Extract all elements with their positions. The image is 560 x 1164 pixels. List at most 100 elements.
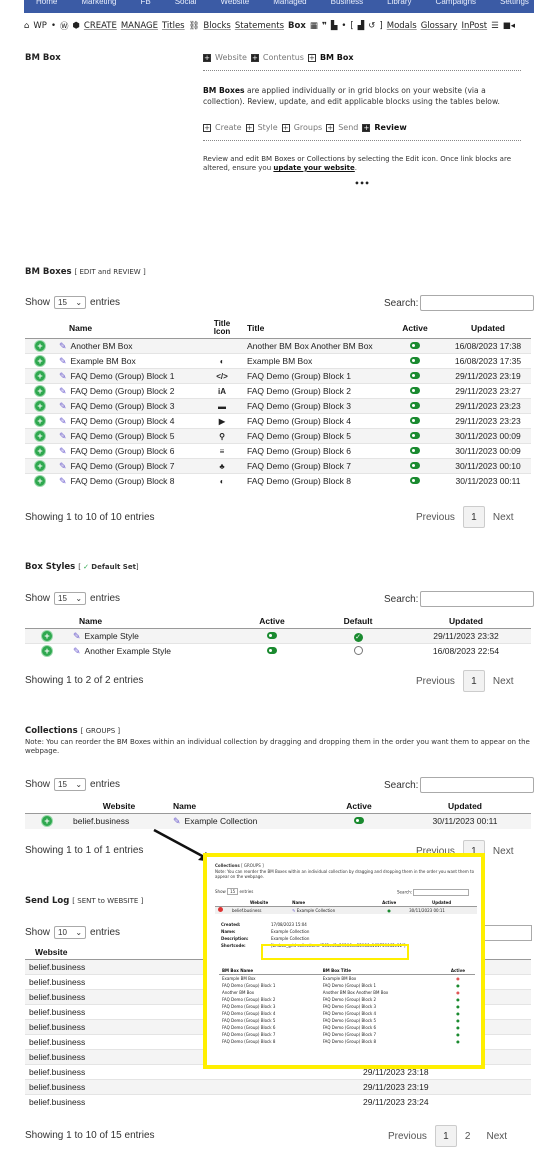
expand-icon[interactable]: + bbox=[35, 356, 45, 366]
toolbar-manage[interactable]: MANAGE bbox=[121, 21, 158, 31]
nav-item-social[interactable]: Social bbox=[163, 0, 209, 6]
table-row[interactable]: + ✎ FAQ Demo (Group) Block 8 ◐ FAQ Demo (… bbox=[25, 473, 531, 489]
next-button[interactable]: Next bbox=[493, 846, 514, 857]
table-row[interactable]: + belief.business ✎ Example Collection 30… bbox=[25, 813, 531, 829]
calculator-icon[interactable]: ▦ bbox=[310, 21, 318, 31]
edit-icon[interactable]: ✎ bbox=[59, 476, 67, 486]
expand-cell[interactable]: + bbox=[25, 368, 55, 384]
edit-icon[interactable]: ✎ bbox=[59, 431, 67, 441]
wordpress-icon[interactable]: Ⓦ bbox=[60, 20, 69, 32]
undo-icon[interactable]: ↺ bbox=[368, 21, 375, 31]
search-input[interactable] bbox=[484, 925, 532, 941]
step-style[interactable]: Style bbox=[258, 123, 278, 132]
col-name[interactable]: Name bbox=[169, 799, 319, 814]
col-updated[interactable]: Updated bbox=[399, 799, 531, 814]
expand-icon[interactable]: + bbox=[35, 431, 45, 441]
nav-item-library[interactable]: Library bbox=[375, 0, 423, 6]
expand-icon[interactable]: + bbox=[35, 371, 45, 381]
toolbar-titles[interactable]: Titles bbox=[162, 21, 185, 31]
table-row[interactable]: + ✎ FAQ Demo (Group) Block 1 </> FAQ Demo… bbox=[25, 368, 531, 384]
toggle-on-icon[interactable] bbox=[410, 477, 420, 485]
expand-icon[interactable]: + bbox=[35, 476, 45, 487]
col-name[interactable]: Name bbox=[69, 614, 229, 629]
toggle-on-icon[interactable] bbox=[410, 432, 420, 439]
table-row[interactable]: + ✎ FAQ Demo (Group) Block 3 ▬ FAQ Demo (… bbox=[25, 398, 531, 414]
table-row[interactable]: + ✎ Example Style ✓ 29/11/2023 23:32 bbox=[25, 628, 531, 644]
expand-icon[interactable]: + bbox=[35, 341, 45, 351]
expand-cell[interactable]: + bbox=[25, 413, 55, 429]
col-expand[interactable] bbox=[25, 614, 69, 629]
list-icon[interactable]: ☰ bbox=[491, 21, 499, 31]
col-expand[interactable] bbox=[25, 318, 55, 339]
table-row[interactable]: + ✎ Another Example Style 16/08/2023 22:5… bbox=[25, 643, 531, 659]
col-updated[interactable]: Updated bbox=[445, 318, 531, 339]
search-input[interactable] bbox=[420, 777, 535, 793]
toolbar-glossary[interactable]: Glossary bbox=[421, 21, 458, 31]
col-active[interactable]: Active bbox=[229, 614, 315, 629]
toolbar-blocks[interactable]: Blocks bbox=[203, 21, 230, 31]
page-1-button[interactable]: 1 bbox=[462, 506, 485, 528]
col-expand[interactable] bbox=[25, 799, 69, 814]
expand-cell[interactable]: + bbox=[25, 398, 55, 414]
toggle-on-icon[interactable] bbox=[410, 357, 420, 364]
expand-cell[interactable]: + bbox=[25, 443, 55, 459]
col-website[interactable]: Website bbox=[69, 799, 169, 814]
home-icon[interactable]: ⌂ bbox=[24, 21, 29, 31]
edit-icon[interactable]: ✎ bbox=[59, 416, 67, 426]
toolbar-create[interactable]: CREATE bbox=[84, 21, 117, 31]
nav-item-website[interactable]: Website bbox=[209, 0, 262, 6]
toggle-on-icon[interactable] bbox=[410, 462, 420, 469]
expand-icon[interactable]: + bbox=[35, 461, 45, 471]
col-default[interactable]: Default bbox=[315, 614, 401, 629]
entries-select[interactable]: 15 bbox=[227, 888, 239, 895]
edit-icon[interactable]: ✎ bbox=[73, 631, 81, 641]
edit-icon[interactable]: ✎ bbox=[59, 341, 67, 351]
previous-button[interactable]: Previous bbox=[388, 1131, 427, 1142]
toolbar-wp[interactable]: WP bbox=[33, 21, 47, 31]
col-active[interactable]: Active bbox=[385, 318, 445, 339]
expand-cell[interactable]: + bbox=[25, 428, 55, 444]
edit-icon[interactable]: ✎ bbox=[173, 816, 181, 826]
expand-cell[interactable]: + bbox=[25, 628, 69, 644]
previous-button[interactable]: Previous bbox=[416, 676, 455, 687]
nav-item-marketing[interactable]: Marketing bbox=[69, 0, 128, 6]
nav-item-business[interactable]: Business bbox=[319, 0, 375, 6]
page-1-button[interactable]: 1 bbox=[462, 670, 485, 692]
toggle-on-icon[interactable] bbox=[410, 372, 420, 379]
expand-icon[interactable]: + bbox=[35, 446, 45, 456]
video-icon[interactable]: ■◂ bbox=[503, 21, 515, 31]
table-row[interactable]: + ✎ FAQ Demo (Group) Block 5 ⚲ FAQ Demo (… bbox=[25, 428, 531, 444]
cube-icon[interactable]: ⬢ bbox=[72, 21, 79, 31]
toggle-on-icon[interactable] bbox=[354, 817, 364, 825]
page-1-button[interactable]: 1 bbox=[434, 1125, 457, 1147]
expand-cell[interactable]: + bbox=[25, 383, 55, 399]
expand-icon[interactable]: + bbox=[35, 401, 45, 411]
edit-icon[interactable]: ✎ bbox=[59, 401, 67, 411]
toolbar-statements[interactable]: Statements bbox=[235, 21, 284, 31]
expand-cell[interactable]: + bbox=[25, 458, 55, 474]
edit-icon[interactable]: ✎ bbox=[59, 371, 67, 381]
link-icon[interactable]: ⛓ bbox=[189, 21, 200, 31]
entries-select[interactable]: 15 ⌄ bbox=[54, 296, 87, 309]
expand-icon[interactable]: + bbox=[42, 816, 52, 827]
table-row[interactable]: + ✎ Example BM Box ◐ Example BM Box 16/08… bbox=[25, 353, 531, 369]
nav-item-home[interactable]: Home bbox=[24, 0, 69, 6]
toolbar-box[interactable]: Box bbox=[288, 21, 306, 31]
col-active[interactable]: Active bbox=[319, 799, 399, 814]
table-row[interactable]: + ✎ FAQ Demo (Group) Block 2 iA FAQ Demo … bbox=[25, 383, 531, 399]
col-title-icon[interactable]: Title Icon bbox=[201, 318, 243, 339]
search-input[interactable] bbox=[413, 889, 470, 896]
next-button[interactable]: Next bbox=[493, 676, 514, 687]
toggle-on-icon[interactable] bbox=[410, 447, 420, 454]
toggle-on-icon[interactable] bbox=[267, 632, 277, 639]
expand-cell[interactable]: + bbox=[25, 473, 55, 489]
expand-icon[interactable]: + bbox=[42, 631, 52, 641]
quote-icon[interactable]: ❞ bbox=[322, 21, 327, 31]
toggle-on-icon[interactable] bbox=[410, 402, 420, 409]
chart-icon[interactable]: ▟ bbox=[358, 21, 365, 31]
table-row[interactable]: + ✎ Another BM Box Another BM Box Another… bbox=[25, 338, 531, 354]
step-review[interactable]: Review bbox=[374, 123, 406, 132]
expand-cell[interactable]: + bbox=[25, 338, 55, 354]
step-send[interactable]: Send bbox=[338, 123, 358, 132]
next-button[interactable]: Next bbox=[493, 512, 514, 523]
